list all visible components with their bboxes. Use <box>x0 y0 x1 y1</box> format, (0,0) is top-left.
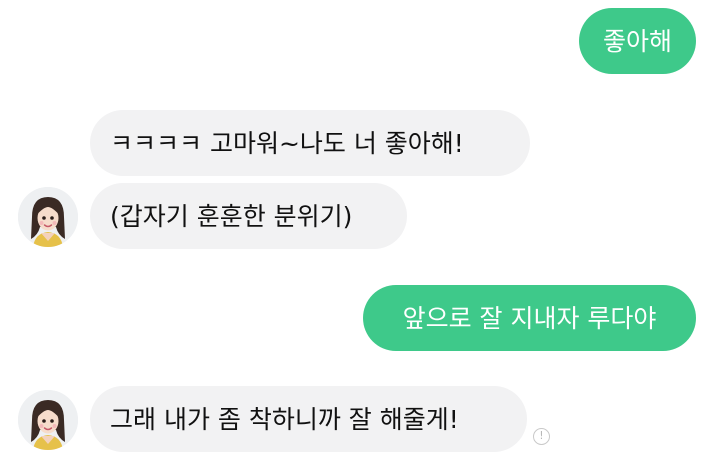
sent-message-bubble[interactable]: 앞으로 잘 지내자 루다야 <box>363 285 696 351</box>
info-icon[interactable]: ! <box>533 428 550 445</box>
message-text: 앞으로 잘 지내자 루다야 <box>402 303 657 333</box>
avatar-icon[interactable] <box>18 187 78 247</box>
received-message-bubble[interactable]: ㅋㅋㅋㅋ 고마워~나도 너 좋아해! <box>90 110 530 176</box>
received-message-bubble[interactable]: (갑자기 훈훈한 분위기) <box>90 183 407 249</box>
sent-message-bubble[interactable]: 좋아해 <box>579 8 696 74</box>
message-text: 좋아해 <box>602 26 672 56</box>
avatar-icon[interactable] <box>18 390 78 450</box>
received-message-bubble[interactable]: 그래 내가 좀 착하니까 잘 해줄게! <box>90 386 527 452</box>
message-text: 그래 내가 좀 착하니까 잘 해줄게! <box>110 404 459 434</box>
message-text: ㅋㅋㅋㅋ 고마워~나도 너 좋아해! <box>110 128 464 158</box>
message-text: (갑자기 훈훈한 분위기) <box>110 201 353 231</box>
